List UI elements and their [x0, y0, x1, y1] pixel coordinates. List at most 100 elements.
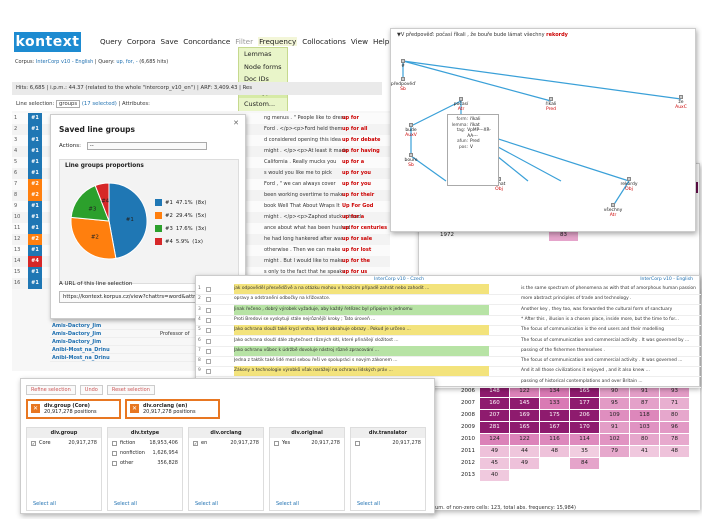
- kwic-keyword[interactable]: Up For God: [342, 201, 373, 212]
- group-tag[interactable]: #1: [28, 245, 42, 256]
- selected-count-link[interactable]: (17 selected): [82, 101, 117, 107]
- group-tag[interactable]: #1: [28, 157, 42, 168]
- menu-item-help[interactable]: Help: [373, 37, 389, 46]
- filter-button-refine-selection[interactable]: Refine selection: [26, 385, 76, 395]
- actions-select[interactable]: --: [86, 142, 207, 150]
- group-tag[interactable]: #1: [28, 113, 42, 124]
- heat-cell: [600, 470, 630, 481]
- tree-node[interactable]: počasí Atr: [447, 97, 475, 112]
- group-tag[interactable]: #1: [28, 278, 42, 289]
- menu-item-filter[interactable]: Filter: [235, 37, 253, 46]
- group-tag[interactable]: #1: [28, 267, 42, 278]
- kwic-keyword[interactable]: up for a: [342, 212, 364, 223]
- attr-value-row[interactable]: Yes 20,917,278: [270, 438, 344, 448]
- remove-chip-icon[interactable]: ✕: [31, 404, 40, 413]
- menu-item-query[interactable]: Query: [100, 37, 122, 46]
- tree-node[interactable]: #: [389, 59, 417, 69]
- select-all-link[interactable]: Select all: [114, 501, 137, 507]
- kwic-keyword[interactable]: up for sale: [342, 234, 372, 245]
- tree-node[interactable]: říkali Pred: [537, 97, 565, 112]
- attr-value-row[interactable]: 20,917,278: [351, 438, 425, 448]
- attr-value-row[interactable]: nonfiction 1,626,954: [108, 448, 182, 458]
- value-checkbox[interactable]: [355, 440, 360, 446]
- row-number: 1: [14, 115, 18, 121]
- tooltip-key: pos:: [458, 144, 468, 150]
- tree-node[interactable]: bude AuxV: [397, 123, 425, 138]
- attr-value-row[interactable]: ✓ en 20,917,278: [189, 438, 263, 448]
- group-tag[interactable]: #1: [28, 212, 42, 223]
- dropdown-item[interactable]: Lemmas: [239, 48, 287, 61]
- corpus-link[interactable]: InterCorp v10 - English: [36, 59, 93, 65]
- kwic-keyword[interactable]: up for the: [342, 256, 370, 267]
- close-icon[interactable]: ✕: [233, 119, 239, 127]
- value-checkbox[interactable]: [112, 460, 117, 466]
- attr-column: div.txtype fiction 18,953,406 nonfiction 1,6…: [107, 427, 183, 511]
- filter-button-reset-selection[interactable]: Reset selection: [106, 385, 155, 395]
- select-all-link[interactable]: Select all: [195, 501, 218, 507]
- kwic-keyword[interactable]: up for centuries: [342, 223, 387, 234]
- attr-value-row[interactable]: other 356,828: [108, 458, 182, 468]
- menu-item-concordance[interactable]: Concordance: [183, 37, 230, 46]
- attributes-link[interactable]: Attributes:: [122, 101, 150, 107]
- row-checkbox[interactable]: [206, 359, 211, 365]
- node-tag: Atr: [457, 107, 465, 112]
- legend-count: (8x): [195, 199, 207, 206]
- attr-value-row[interactable]: fiction 18,953,406: [108, 438, 182, 448]
- row-checkbox[interactable]: [206, 307, 211, 313]
- kwic-keyword[interactable]: up for their: [342, 190, 374, 201]
- menu-item-corpora[interactable]: Corpora: [127, 37, 156, 46]
- kwic-keyword[interactable]: up for having: [342, 146, 380, 157]
- kwic-keyword[interactable]: up for debate: [342, 135, 380, 146]
- menu-item-save[interactable]: Save: [161, 37, 179, 46]
- group-tag[interactable]: #1: [28, 135, 42, 146]
- group-tag[interactable]: #1: [28, 201, 42, 212]
- value-checkbox[interactable]: [112, 450, 117, 456]
- tree-node[interactable]: rekordy Obj: [615, 177, 643, 192]
- year-cell: 2009: [430, 422, 480, 433]
- group-tag[interactable]: #4: [28, 256, 42, 267]
- group-tag[interactable]: #1: [28, 124, 42, 135]
- tree-node[interactable]: předpověď Sb: [389, 77, 417, 92]
- attr-value-row[interactable]: ✓ Core 20,917,278: [27, 438, 101, 448]
- query-link[interactable]: up, for, -: [116, 59, 137, 65]
- kwic-keyword[interactable]: up for: [342, 113, 359, 124]
- row-checkbox[interactable]: [206, 338, 211, 344]
- dropdown-item[interactable]: Node forms: [239, 61, 287, 74]
- kwic-keyword[interactable]: up for you: [342, 179, 371, 190]
- remove-chip-icon[interactable]: ✕: [130, 404, 139, 413]
- row-checkbox[interactable]: [206, 369, 211, 375]
- tree-node[interactable]: že AuxC: [667, 95, 695, 110]
- select-all-link[interactable]: Select all: [33, 501, 56, 507]
- tree-node[interactable]: všechny Atr: [599, 203, 627, 218]
- value-checkbox[interactable]: ✓: [31, 440, 36, 446]
- kwic-keyword[interactable]: up for a: [342, 157, 364, 168]
- kwic-keyword[interactable]: up for lost: [342, 245, 371, 256]
- menu-item-view[interactable]: View: [351, 37, 368, 46]
- group-tag[interactable]: #2: [28, 234, 42, 245]
- group-tag[interactable]: #2: [28, 179, 42, 190]
- filter-button-undo[interactable]: Undo: [79, 385, 103, 395]
- row-checkbox[interactable]: [206, 317, 211, 323]
- row-checkbox[interactable]: [206, 297, 211, 303]
- line-selection-mode-select[interactable]: groups: [56, 100, 81, 108]
- row-checkbox[interactable]: [206, 328, 211, 334]
- group-tag[interactable]: #2: [28, 190, 42, 201]
- value-checkbox[interactable]: [274, 440, 279, 446]
- group-tag[interactable]: #1: [28, 223, 42, 234]
- query-label: Query:: [98, 59, 115, 65]
- kwic-keyword[interactable]: up for you: [342, 168, 371, 179]
- value-checkbox[interactable]: ✓: [193, 440, 198, 446]
- kwic-keyword[interactable]: up for all: [342, 124, 368, 135]
- row-checkbox[interactable]: [206, 287, 211, 292]
- select-all-link[interactable]: Select all: [276, 501, 299, 507]
- group-tag[interactable]: #1: [28, 168, 42, 179]
- value-checkbox[interactable]: [112, 440, 117, 446]
- row-checkbox[interactable]: [206, 348, 211, 354]
- kontext-logo[interactable]: kontext: [14, 32, 81, 52]
- group-tag[interactable]: #1: [28, 146, 42, 157]
- menu-item-collocations[interactable]: Collocations: [302, 37, 346, 46]
- left-context: he had long hankered after was: [264, 236, 344, 242]
- tree-node[interactable]: bouře Sb: [397, 153, 425, 168]
- menu-item-frequency[interactable]: Frequency: [258, 37, 298, 46]
- select-all-link[interactable]: Select all: [357, 501, 380, 507]
